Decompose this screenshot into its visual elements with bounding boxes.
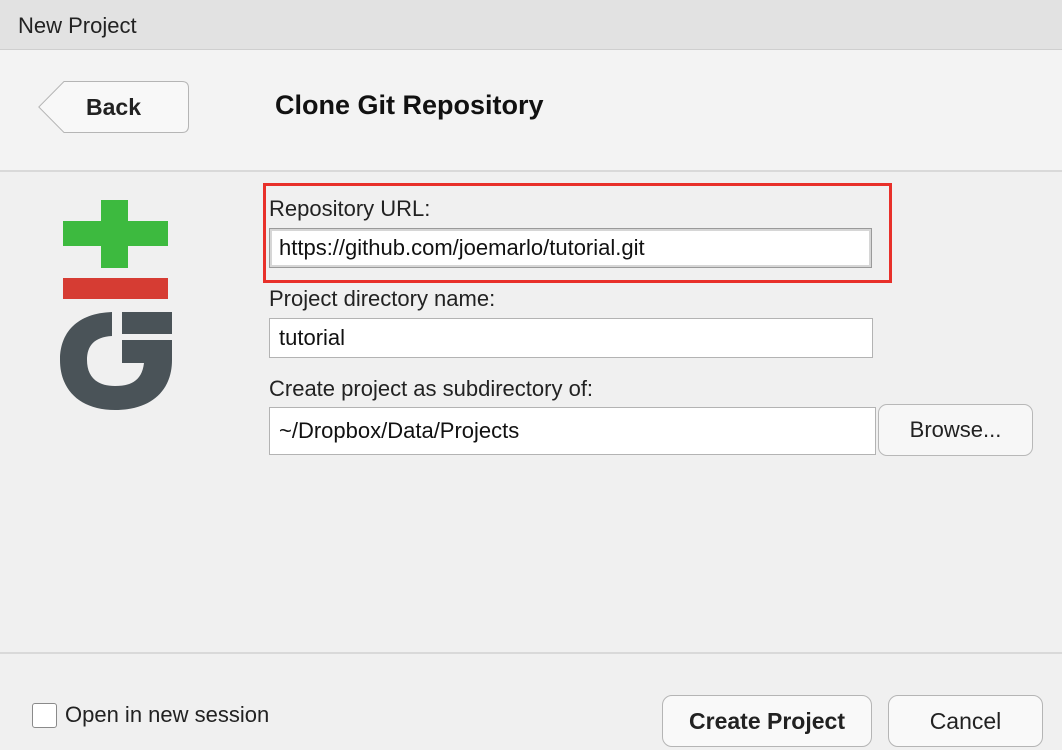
open-in-new-session-checkbox[interactable] — [32, 702, 57, 728]
footer-divider — [0, 652, 1062, 654]
new-project-dialog: New Project Back Clone Git Repository Re… — [0, 0, 1062, 750]
subdirectory-input[interactable]: ~/Dropbox/Data/Projects — [269, 407, 876, 455]
page-title: Clone Git Repository — [275, 90, 544, 120]
title-bar: New Project — [0, 0, 1062, 50]
cancel-button[interactable]: Cancel — [888, 695, 1043, 747]
browse-button[interactable]: Browse... — [878, 404, 1033, 456]
repository-url-input[interactable]: https://github.com/joemarlo/tutorial.git — [269, 228, 872, 268]
back-button[interactable]: Back — [38, 81, 189, 133]
create-project-button[interactable]: Create Project — [662, 695, 872, 747]
project-directory-name-input[interactable]: tutorial — [269, 318, 873, 358]
open-in-new-session-option[interactable]: Open in new session — [32, 700, 269, 730]
subdirectory-label: Create project as subdirectory of: — [269, 376, 594, 401]
repository-url-label: Repository URL: — [269, 196, 431, 221]
back-button-label: Back — [86, 94, 141, 120]
project-directory-name-label: Project directory name: — [269, 286, 496, 311]
open-in-new-session-label: Open in new session — [65, 702, 270, 727]
window-title: New Project — [18, 13, 137, 38]
git-logo-icon — [60, 200, 172, 410]
wizard-header: Back Clone Git Repository — [0, 50, 1062, 172]
